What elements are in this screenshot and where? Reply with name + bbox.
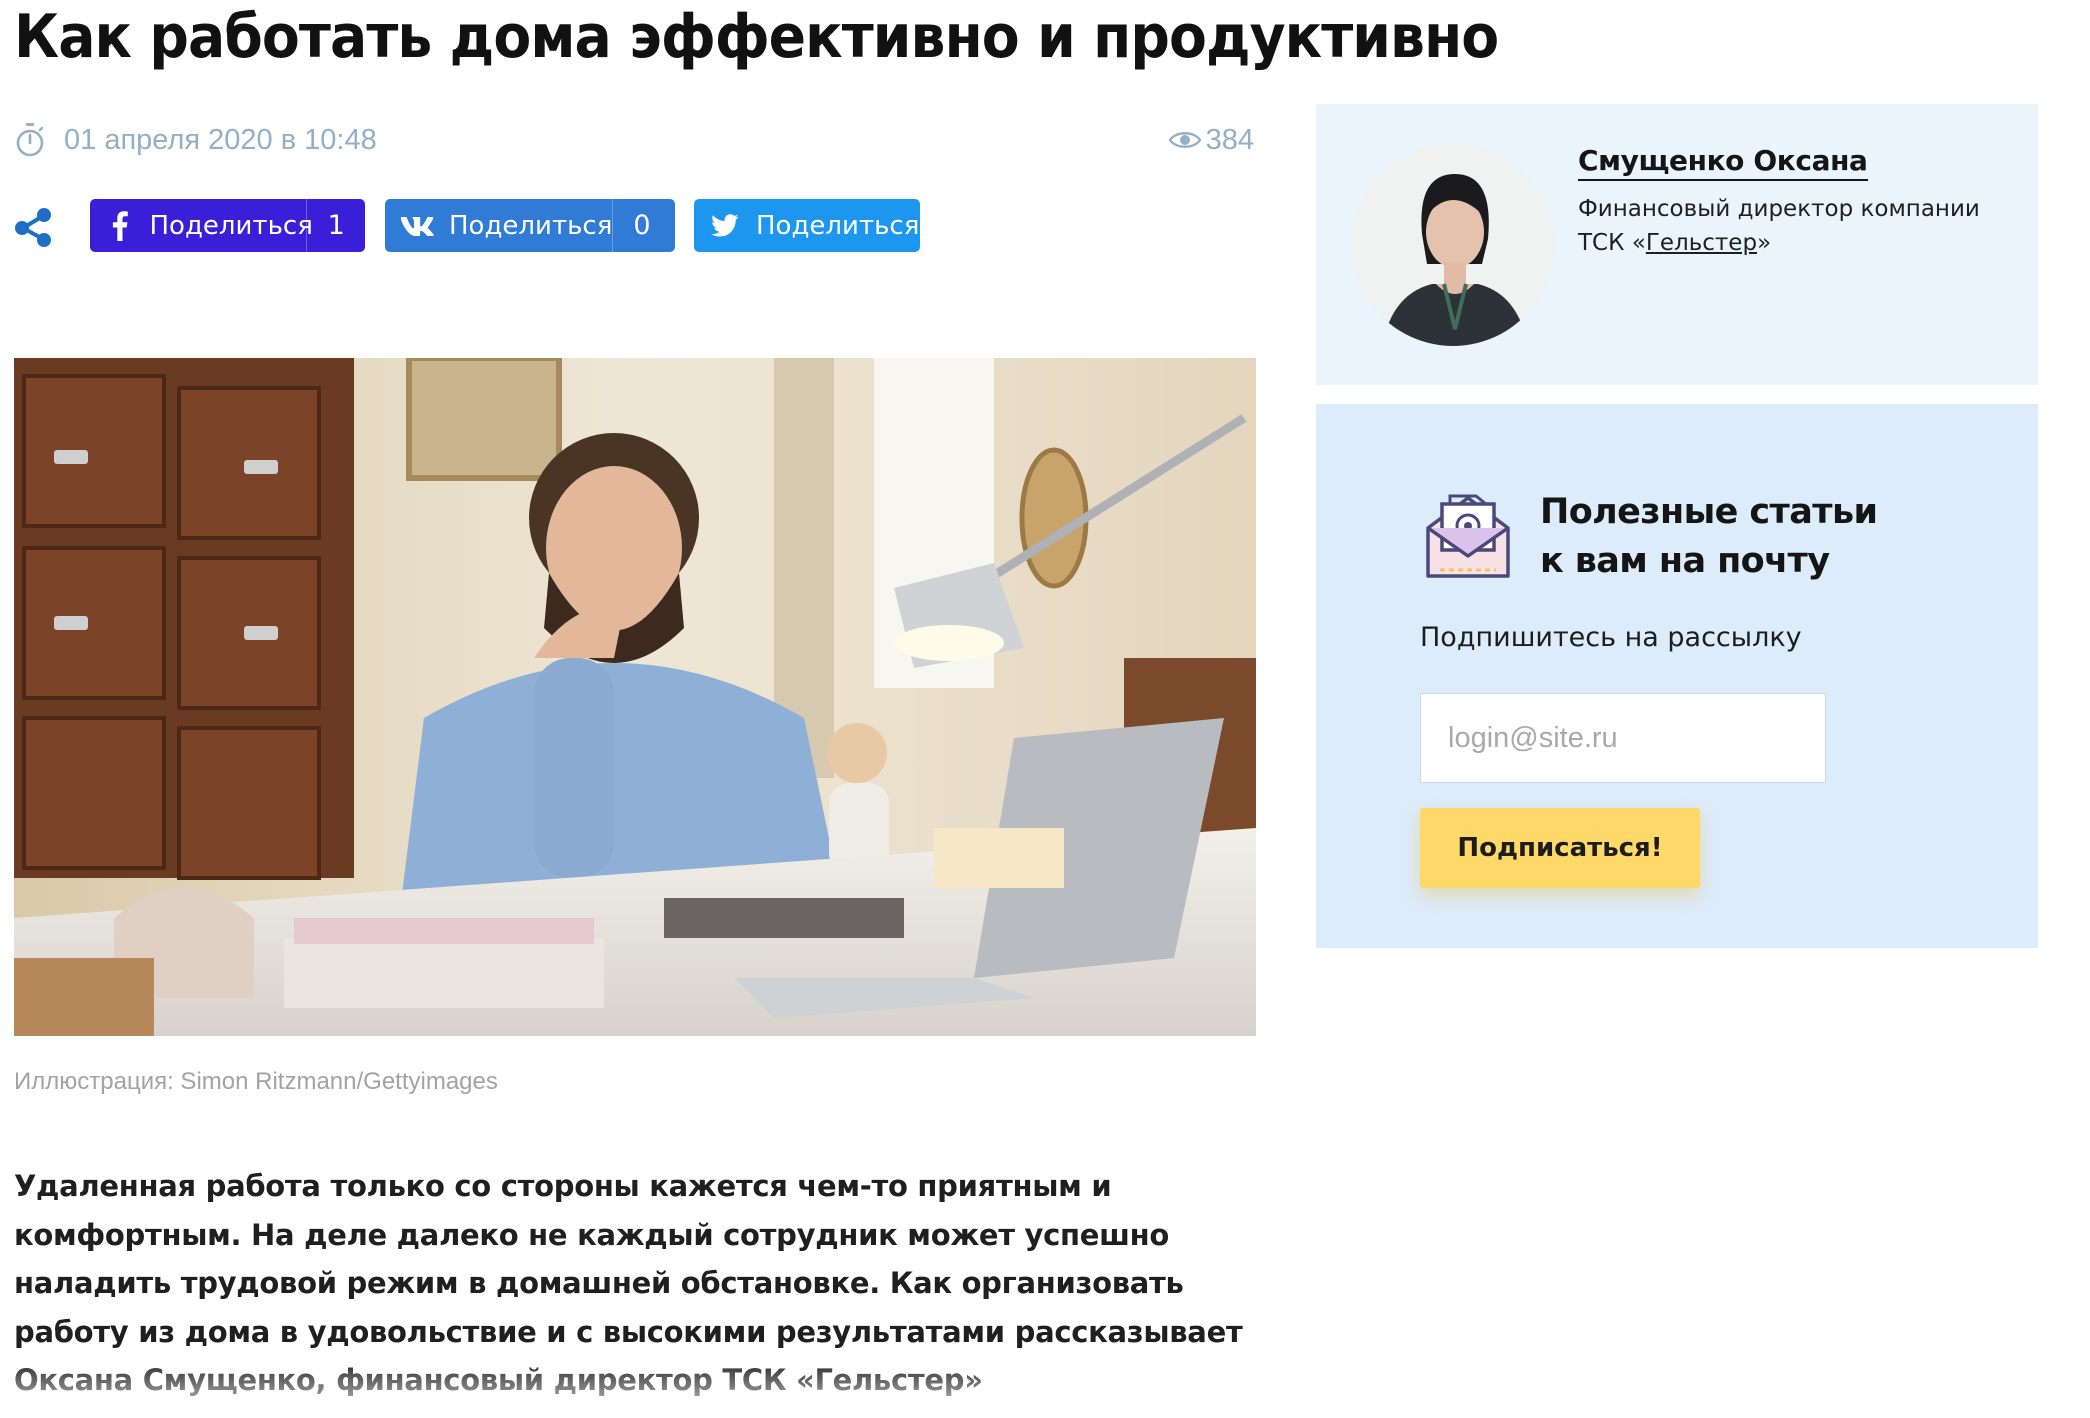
date-text: 01 апреля 2020 в 10:48 — [64, 124, 377, 156]
article-photo — [14, 358, 1256, 1036]
author-card: Смущенко Оксана Финансовый директор комп… — [1316, 104, 2038, 385]
views-text: 384 — [1205, 124, 1254, 156]
eye-icon — [1168, 132, 1202, 148]
photo-caption: Иллюстрация: Simon Ritzmann/Gettyimages — [14, 1068, 498, 1095]
bottom-fade — [0, 1358, 2090, 1418]
email-field[interactable] — [1420, 693, 1826, 783]
vk-icon — [385, 216, 449, 236]
share-vk-button[interactable]: Поделиться 0 — [385, 199, 675, 252]
author-avatar[interactable] — [1352, 144, 1554, 346]
subscribe-button[interactable]: Подписаться! — [1420, 808, 1700, 888]
author-name-link[interactable]: Смущенко Оксана — [1578, 144, 1868, 181]
page-title: Как работать дома эффективно и продуктив… — [14, 2, 1499, 72]
twitter-icon — [694, 214, 756, 237]
newsletter-title-line2: к вам на почту — [1540, 541, 1830, 581]
share-twitter-label: Поделиться — [756, 210, 920, 241]
man-at-desk-illustration — [14, 358, 1256, 1036]
author-company-link[interactable]: Гельстер — [1646, 230, 1757, 256]
share-twitter-button[interactable]: Поделиться — [694, 199, 920, 252]
share-icon[interactable] — [14, 207, 52, 247]
newsletter-block: Полезные статьи к вам на почту Подпишите… — [1316, 404, 2038, 948]
share-facebook-label: Поделиться — [149, 210, 313, 241]
newsletter-title: Полезные статьи к вам на почту — [1540, 488, 1878, 586]
author-role-suffix: » — [1757, 230, 1772, 256]
share-facebook-count: 1 — [306, 199, 365, 252]
envelope-at-icon — [1426, 494, 1510, 578]
facebook-icon — [90, 210, 149, 241]
author-role-text: Финансовый директор компании ТСК « — [1578, 196, 1980, 256]
publish-date: 01 апреля 2020 в 10:48 — [14, 118, 377, 162]
author-role: Финансовый директор компании ТСК «Гельст… — [1578, 192, 2018, 260]
stopwatch-icon — [16, 123, 44, 157]
share-vk-count: 0 — [612, 199, 671, 252]
share-facebook-button[interactable]: Поделиться 1 — [90, 199, 365, 252]
newsletter-subtitle: Подпишитесь на рассылку — [1420, 622, 1802, 653]
newsletter-title-line1: Полезные статьи — [1540, 492, 1878, 532]
author-portrait — [1352, 144, 1554, 346]
share-vk-label: Поделиться — [449, 210, 613, 241]
view-count: 384 — [1168, 118, 1254, 162]
article-meta: 01 апреля 2020 в 10:48 384 — [14, 118, 1254, 162]
